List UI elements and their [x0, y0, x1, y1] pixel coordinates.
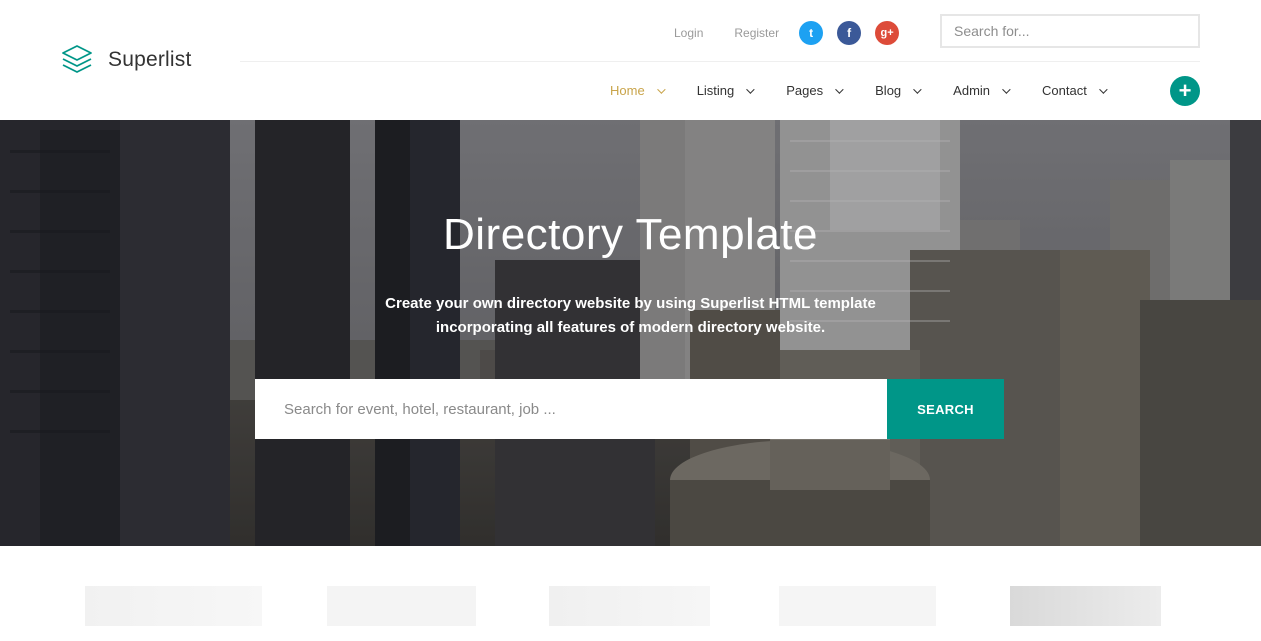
- header-search-input[interactable]: [940, 14, 1200, 48]
- nav-item-label: Listing: [696, 83, 735, 98]
- main-nav: Home Listing Pages Blog Admin Contact: [610, 80, 1108, 102]
- nav-item-label: Contact: [1042, 83, 1087, 98]
- plus-icon: +: [1178, 78, 1192, 103]
- brand-logo[interactable]: Superlist: [60, 43, 192, 77]
- nav-item-label: Pages: [786, 83, 824, 98]
- partner-logo: [327, 586, 476, 626]
- nav-item-label: Blog: [875, 83, 902, 98]
- google-plus-icon[interactable]: g+: [875, 21, 900, 45]
- nav-item-admin[interactable]: Admin: [953, 80, 1011, 102]
- brand-name: Superlist: [108, 48, 192, 71]
- nav-item-contact[interactable]: Contact: [1042, 80, 1108, 102]
- nav-item-home[interactable]: Home: [610, 80, 666, 102]
- chevron-down-icon: [1002, 85, 1011, 94]
- nav-item-blog[interactable]: Blog: [875, 80, 922, 102]
- add-listing-button[interactable]: +: [1170, 76, 1200, 106]
- hero-section: Directory Template Create your own direc…: [0, 120, 1261, 546]
- hero-subtitle: Create your own directory website by usi…: [0, 292, 1261, 340]
- partner-logo: [779, 586, 936, 626]
- twitter-icon[interactable]: t: [799, 21, 824, 45]
- nav-item-label: Home: [610, 83, 645, 98]
- partner-logo: [85, 586, 262, 626]
- partner-logos-row: [0, 586, 1261, 641]
- nav-item-listing[interactable]: Listing: [696, 80, 755, 102]
- facebook-icon[interactable]: f: [837, 21, 862, 45]
- hero-search-button[interactable]: SEARCH: [887, 379, 1004, 439]
- partner-logo: [549, 586, 710, 626]
- header-divider: [240, 61, 1200, 62]
- nav-item-pages[interactable]: Pages: [786, 80, 844, 102]
- login-link[interactable]: Login: [674, 22, 703, 44]
- chevron-down-icon: [656, 85, 666, 94]
- hero-search-input[interactable]: [255, 379, 887, 439]
- hero-subtitle-line: incorporating all features of modern dir…: [435, 319, 826, 336]
- hero-subtitle-line: Create your own directory website by usi…: [385, 295, 876, 312]
- chevron-down-icon: [746, 85, 755, 94]
- chevron-down-icon: [1099, 85, 1108, 94]
- layers-icon: [62, 45, 92, 73]
- hero-title: Directory Template: [443, 210, 818, 259]
- partner-logo: [1010, 586, 1161, 626]
- chevron-down-icon: [835, 85, 844, 94]
- nav-item-label: Admin: [953, 83, 991, 98]
- register-link[interactable]: Register: [734, 22, 779, 44]
- top-links: Login Register t f g+: [674, 21, 913, 45]
- site-header: Superlist Login Register t f g+ Home Lis…: [0, 0, 1261, 120]
- chevron-down-icon: [913, 85, 922, 94]
